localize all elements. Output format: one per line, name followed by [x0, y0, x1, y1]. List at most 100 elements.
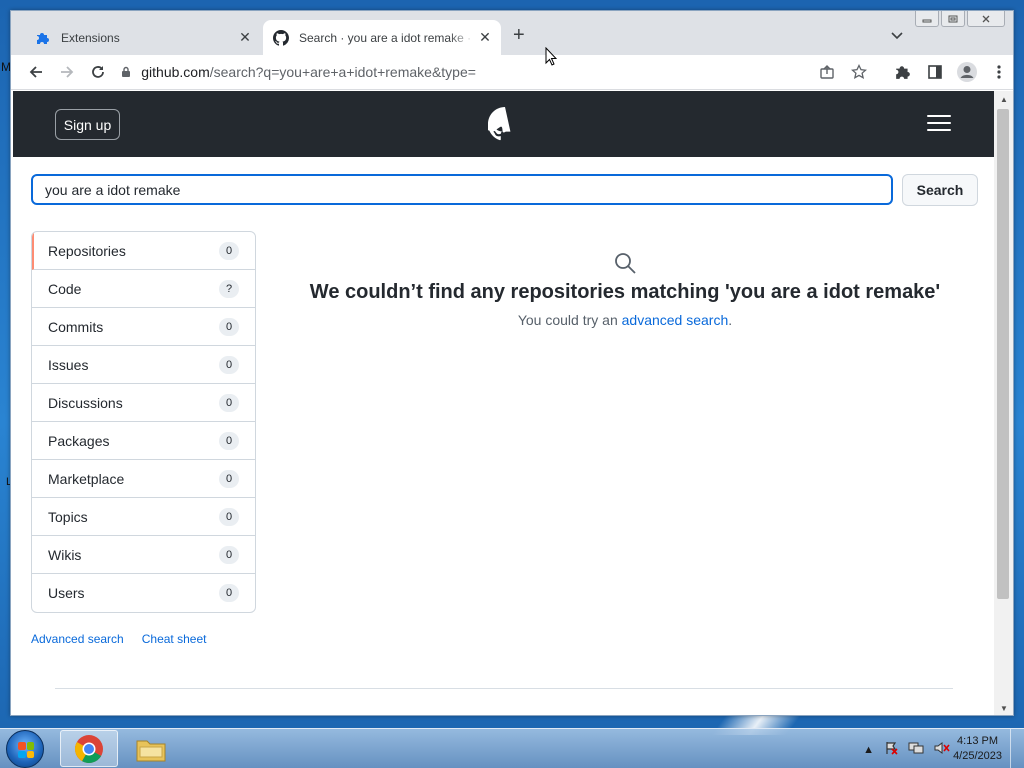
new-tab-button[interactable]: + [513, 25, 525, 45]
github-header: Sign up [13, 91, 994, 157]
facet-label: Code [48, 280, 82, 297]
toolbar-actions [813, 58, 1013, 86]
chrome-icon [75, 734, 103, 763]
puzzle-icon [35, 30, 51, 46]
bookmark-star-icon[interactable] [845, 58, 873, 86]
hamburger-menu-icon[interactable] [927, 115, 951, 136]
facet-wikis[interactable]: Wikis 0 [32, 536, 255, 574]
github-icon [273, 29, 289, 46]
facet-label: Wikis [48, 546, 82, 563]
taskbar-explorer-button[interactable] [122, 730, 180, 767]
facet-label: Users [48, 585, 85, 601]
search-help-links: Advanced search Cheat sheet [31, 632, 206, 646]
minimize-button[interactable] [915, 11, 939, 27]
windows-logo-icon [18, 742, 34, 758]
github-logo-icon[interactable] [485, 107, 522, 141]
facet-count: 0 [219, 584, 239, 602]
hint-suffix: . [728, 312, 733, 328]
sign-up-button[interactable]: Sign up [55, 109, 120, 140]
menu-kebab-icon[interactable] [985, 58, 1013, 86]
facet-code[interactable]: Code ? [32, 270, 255, 308]
scroll-down-icon[interactable]: ▼ [1000, 704, 1008, 713]
browser-window: Extensions ✕ Search · you are a idot rem… [10, 10, 1014, 716]
facet-count: 0 [219, 545, 239, 564]
action-center-icon[interactable] [884, 741, 898, 758]
tab-search-icon[interactable] [891, 29, 903, 43]
close-tab-icon[interactable]: ✕ [235, 29, 255, 46]
reload-icon[interactable] [85, 58, 112, 86]
url-path: /search?q=you+are+a+idot+remake&type= [209, 64, 476, 80]
facet-users[interactable]: Users 0 [32, 574, 255, 612]
facet-label: Topics [48, 508, 88, 525]
advanced-search-inline-link[interactable]: advanced search [622, 312, 729, 328]
close-window-button[interactable] [967, 11, 1005, 27]
show-desktop-button[interactable] [1010, 729, 1024, 768]
address-bar[interactable]: github.com/search?q=you+are+a+idot+remak… [121, 58, 813, 86]
windows-taskbar: ▲ 4:13 PM 4/25/2023 [0, 728, 1024, 768]
advanced-search-link[interactable]: Advanced search [31, 632, 124, 646]
facet-label: Packages [48, 432, 110, 449]
facet-topics[interactable]: Topics 0 [32, 498, 255, 536]
search-facets-menu: Repositories 0 Code ? Commits 0 Issues 0… [31, 231, 256, 613]
url-host: github.com [141, 64, 210, 80]
window-controls [915, 11, 1005, 27]
facet-label: Marketplace [48, 470, 125, 487]
profile-avatar-icon[interactable] [953, 58, 981, 86]
folder-icon [136, 740, 166, 761]
extensions-puzzle-icon[interactable] [889, 58, 917, 86]
cheat-sheet-link[interactable]: Cheat sheet [142, 632, 207, 646]
mouse-cursor-icon [545, 46, 558, 72]
facet-discussions[interactable]: Discussions 0 [32, 384, 255, 422]
empty-results-heading: We couldn’t find any repositories matchi… [309, 281, 941, 303]
maximize-button[interactable] [941, 11, 965, 27]
facet-count: 0 [219, 355, 239, 374]
github-page: Sign up Search Repositories 0 Code ? Com… [13, 91, 994, 715]
footer-divider [55, 688, 953, 689]
facet-repositories[interactable]: Repositories 0 [32, 232, 255, 270]
search-input[interactable] [31, 174, 893, 205]
facet-count: 0 [219, 507, 239, 526]
browser-toolbar: github.com/search?q=you+are+a+idot+remak… [11, 55, 1013, 90]
search-bar: Search [31, 174, 978, 206]
facet-issues[interactable]: Issues 0 [32, 346, 255, 384]
facet-label: Discussions [48, 394, 123, 411]
facet-count: 0 [219, 241, 239, 260]
facet-count: ? [219, 279, 239, 298]
taskbar-clock[interactable]: 4:13 PM 4/25/2023 [953, 734, 1002, 764]
close-tab-icon[interactable]: ✕ [475, 29, 495, 46]
tab-strip: Extensions ✕ Search · you are a idot rem… [11, 11, 1013, 55]
facet-count: 0 [219, 469, 239, 488]
tab-github-search[interactable]: Search · you are a idot remake · GitHub … [263, 20, 501, 55]
facet-count: 0 [219, 431, 239, 450]
lock-icon[interactable] [121, 66, 131, 78]
search-button[interactable]: Search [902, 174, 978, 206]
facet-commits[interactable]: Commits 0 [32, 308, 255, 346]
back-icon[interactable] [23, 58, 50, 86]
empty-results-hint: You could try an advanced search. [256, 312, 994, 328]
facet-marketplace[interactable]: Marketplace 0 [32, 460, 255, 498]
hint-prefix: You could try an [517, 312, 622, 328]
scroll-up-icon[interactable]: ▲ [1000, 95, 1008, 104]
clock-date: 4/25/2023 [953, 750, 1002, 762]
facet-count: 0 [219, 317, 239, 336]
taskbar-chrome-button[interactable] [60, 730, 118, 767]
facet-label: Issues [48, 356, 89, 373]
network-icon[interactable] [908, 741, 924, 758]
tab-title: Search · you are a idot remake · GitHub [299, 30, 475, 45]
start-button[interactable] [6, 730, 44, 768]
facet-count: 0 [219, 393, 239, 412]
facet-label: Commits [48, 318, 104, 335]
tab-title: Extensions [61, 30, 120, 45]
page-scrollbar[interactable]: ▲ ▼ [994, 91, 1013, 715]
side-panel-icon[interactable] [921, 58, 949, 86]
scrollbar-thumb[interactable] [997, 109, 1009, 599]
facet-packages[interactable]: Packages 0 [32, 422, 255, 460]
search-icon [256, 251, 994, 275]
volume-muted-icon[interactable] [934, 741, 950, 758]
empty-results-message: We couldn’t find any repositories matchi… [256, 251, 994, 328]
facet-label: Repositories [48, 242, 126, 259]
tab-extensions[interactable]: Extensions ✕ [25, 20, 261, 55]
forward-icon[interactable] [54, 58, 81, 86]
show-hidden-icons-icon[interactable]: ▲ [863, 744, 874, 756]
share-icon[interactable] [813, 58, 841, 86]
